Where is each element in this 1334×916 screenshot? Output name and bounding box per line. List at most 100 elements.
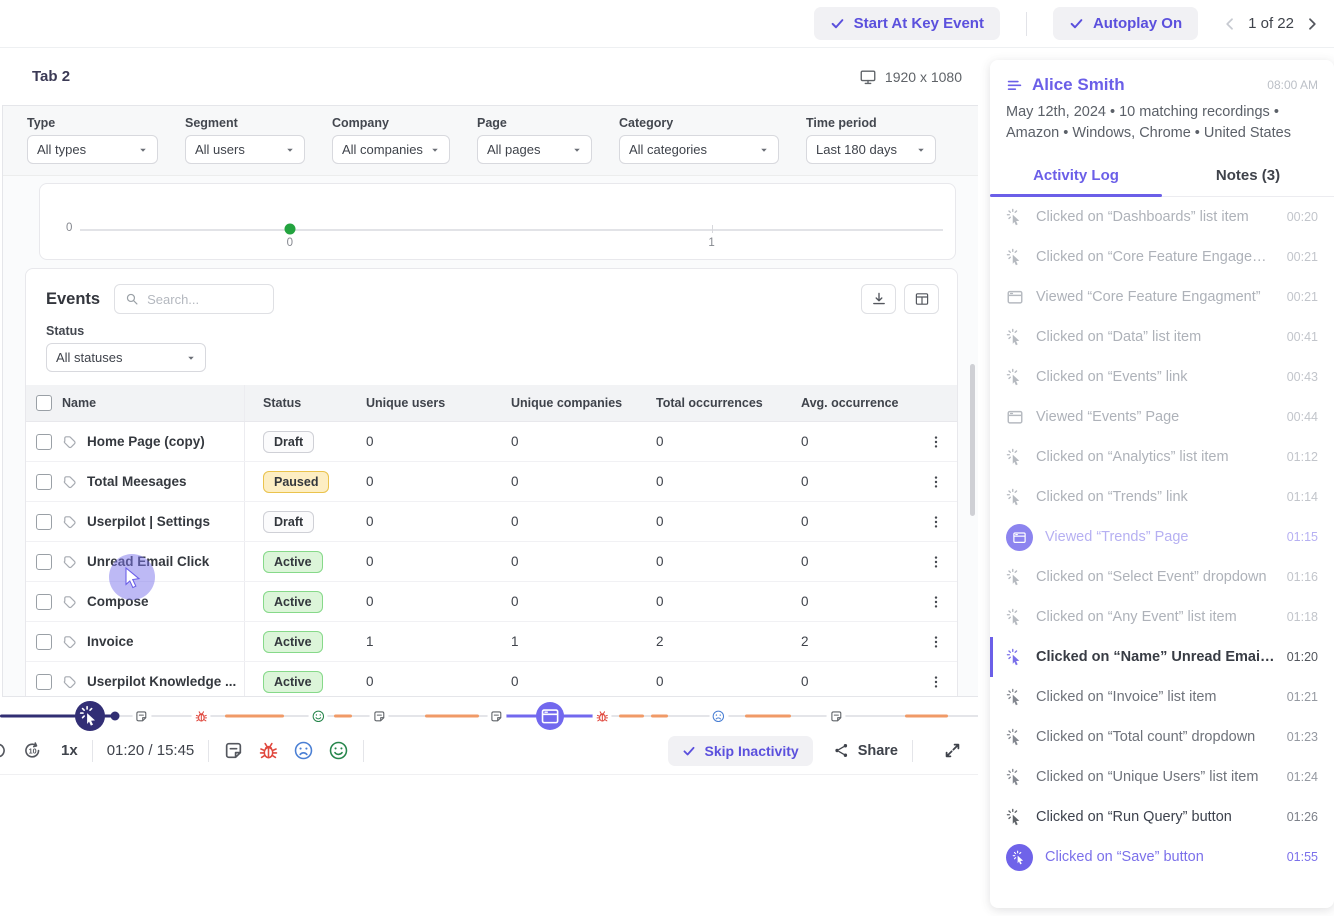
activity-log-item[interactable]: Viewed “Events” Page 00:44 bbox=[990, 397, 1334, 437]
tab-notes[interactable]: Notes (3) bbox=[1162, 155, 1334, 196]
timeline-dot-marker[interactable] bbox=[111, 712, 120, 721]
negative-reaction-button[interactable] bbox=[293, 740, 314, 761]
row-menu-button[interactable] bbox=[915, 554, 957, 570]
activity-log-item[interactable]: Clicked on “Data” list item 00:41 bbox=[990, 317, 1334, 357]
table-row[interactable]: Invoice Active 1 1 2 2 bbox=[26, 622, 957, 662]
segment-select[interactable]: All users bbox=[185, 135, 305, 164]
activity-log-item[interactable]: Clicked on “Analytics” list item 01:12 bbox=[990, 437, 1334, 477]
activity-log-item[interactable]: Viewed “Core Feature Engagment” 00:21 bbox=[990, 277, 1334, 317]
timeline-segment-inactivity[interactable] bbox=[425, 715, 479, 718]
start-at-key-event-button[interactable]: Start At Key Event bbox=[814, 7, 1000, 40]
status-select[interactable]: All statuses bbox=[46, 343, 206, 372]
search-input[interactable] bbox=[147, 292, 263, 307]
timeline-current-marker[interactable] bbox=[75, 701, 105, 731]
column-header-name[interactable]: Name bbox=[62, 396, 244, 410]
unique-users-value: 0 bbox=[366, 474, 511, 489]
timeline-segment-inactivity[interactable] bbox=[619, 715, 644, 718]
share-button[interactable]: Share bbox=[833, 742, 898, 759]
search-icon bbox=[125, 292, 139, 306]
company-select[interactable]: All companies bbox=[332, 135, 450, 164]
row-checkbox[interactable] bbox=[36, 634, 52, 650]
column-header-unique-users[interactable]: Unique users bbox=[366, 396, 511, 410]
timeline-bug-marker[interactable] bbox=[192, 707, 211, 726]
row-checkbox[interactable] bbox=[36, 674, 52, 690]
timeline-segment-inactivity[interactable] bbox=[225, 715, 284, 718]
timeline-bug-marker[interactable] bbox=[593, 707, 612, 726]
timeline-sad-marker[interactable] bbox=[709, 707, 728, 726]
table-scrollbar[interactable] bbox=[970, 364, 975, 516]
timeline-note-marker[interactable] bbox=[370, 707, 389, 726]
type-select[interactable]: All types bbox=[27, 135, 158, 164]
activity-log-item[interactable]: Clicked on “Events” link 00:43 bbox=[990, 357, 1334, 397]
row-menu-button[interactable] bbox=[915, 434, 957, 450]
previous-recording-icon[interactable] bbox=[1222, 16, 1238, 32]
forward-10-button[interactable] bbox=[22, 740, 43, 761]
timeline-note-marker[interactable] bbox=[827, 707, 846, 726]
timeline-happy-marker[interactable] bbox=[308, 707, 327, 726]
next-recording-icon[interactable] bbox=[1304, 16, 1320, 32]
range-slider-card: 0 0 1 bbox=[39, 183, 956, 260]
row-menu-button[interactable] bbox=[915, 514, 957, 530]
row-menu-button[interactable] bbox=[915, 634, 957, 650]
player-timeline[interactable] bbox=[0, 705, 978, 727]
column-header-status[interactable]: Status bbox=[244, 385, 366, 421]
category-select[interactable]: All categories bbox=[619, 135, 779, 164]
timeline-segment-inactivity[interactable] bbox=[745, 715, 791, 718]
activity-log-item[interactable]: Clicked on “Invoice” list item 01:21 bbox=[990, 677, 1334, 717]
row-menu-button[interactable] bbox=[915, 674, 957, 690]
column-header-total-occurrences[interactable]: Total occurrences bbox=[656, 396, 801, 410]
add-note-button[interactable] bbox=[223, 740, 244, 761]
timeline-segment-inactivity[interactable] bbox=[651, 715, 668, 718]
tab-activity-log[interactable]: Activity Log bbox=[990, 155, 1162, 196]
skip-inactivity-button[interactable]: Skip Inactivity bbox=[668, 736, 813, 766]
table-row[interactable]: Unread Email Click Active 0 0 0 0 bbox=[26, 542, 957, 582]
unique-companies-value: 0 bbox=[511, 594, 656, 609]
row-checkbox[interactable] bbox=[36, 474, 52, 490]
timeline-segment-inactivity[interactable] bbox=[334, 715, 352, 718]
table-row[interactable]: Userpilot | Settings Draft 0 0 0 0 bbox=[26, 502, 957, 542]
timeline-page-marker[interactable] bbox=[536, 702, 564, 730]
events-search[interactable] bbox=[114, 284, 274, 314]
session-user[interactable]: Alice Smith bbox=[1006, 75, 1125, 95]
rewind-10-button[interactable] bbox=[0, 740, 8, 761]
playback-speed-button[interactable]: 1x bbox=[61, 742, 78, 759]
fullscreen-button[interactable] bbox=[943, 741, 962, 760]
activity-log-item[interactable]: Clicked on “Core Feature Engagem... 00:2… bbox=[990, 237, 1334, 277]
timeline-segment-inactivity[interactable] bbox=[905, 715, 948, 718]
row-menu-button[interactable] bbox=[915, 474, 957, 490]
activity-log-item[interactable]: Clicked on “Unique Users” list item 01:2… bbox=[990, 757, 1334, 797]
activity-log-item[interactable]: Clicked on “Total count” dropdown 01:23 bbox=[990, 717, 1334, 757]
activity-log-item[interactable]: Clicked on “Any Event” list item 01:18 bbox=[990, 597, 1334, 637]
row-checkbox[interactable] bbox=[36, 514, 52, 530]
slider-handle[interactable] bbox=[284, 224, 295, 235]
column-header-unique-companies[interactable]: Unique companies bbox=[511, 396, 656, 410]
activity-log-item-save[interactable]: Clicked on “Save” button 01:55 bbox=[990, 837, 1334, 877]
table-row[interactable]: Total Meesages Paused 0 0 0 0 bbox=[26, 462, 957, 502]
positive-reaction-button[interactable] bbox=[328, 740, 349, 761]
activity-log-item[interactable]: Clicked on “Select Event” dropdown 01:16 bbox=[990, 557, 1334, 597]
row-checkbox[interactable] bbox=[36, 434, 52, 450]
autoplay-toggle-button[interactable]: Autoplay On bbox=[1053, 7, 1198, 40]
time-period-select[interactable]: Last 180 days bbox=[806, 135, 936, 164]
activity-log-item-highlighted[interactable]: Viewed “Trends” Page 01:15 bbox=[990, 517, 1334, 557]
activity-log-item-current[interactable]: Clicked on “Name” Unread Email C... 01:2… bbox=[990, 637, 1334, 677]
table-row[interactable]: Userpilot Knowledge ... Active 0 0 0 0 bbox=[26, 662, 957, 697]
report-bug-button[interactable] bbox=[258, 740, 279, 761]
export-button[interactable] bbox=[861, 284, 896, 314]
activity-log-item[interactable]: Clicked on “Dashboards” list item 00:20 bbox=[990, 197, 1334, 237]
table-row[interactable]: Compose Active 0 0 0 0 bbox=[26, 582, 957, 622]
replayed-tab-title[interactable]: Tab 2 bbox=[32, 68, 70, 85]
table-row[interactable]: Home Page (copy) Draft 0 0 0 0 bbox=[26, 422, 957, 462]
row-checkbox[interactable] bbox=[36, 594, 52, 610]
timeline-note-marker[interactable] bbox=[132, 707, 151, 726]
row-checkbox[interactable] bbox=[36, 554, 52, 570]
activity-log-item[interactable]: Clicked on “Run Query” button 01:26 bbox=[990, 797, 1334, 837]
select-all-checkbox[interactable] bbox=[36, 395, 52, 411]
column-header-avg-occurrence[interactable]: Avg. occurrence bbox=[801, 396, 915, 410]
timeline-note-marker[interactable] bbox=[487, 707, 506, 726]
page-select[interactable]: All pages bbox=[477, 135, 592, 164]
columns-button[interactable] bbox=[904, 284, 939, 314]
row-menu-button[interactable] bbox=[915, 594, 957, 610]
activity-log-item[interactable]: Clicked on “Trends” link 01:14 bbox=[990, 477, 1334, 517]
slider-track[interactable] bbox=[80, 229, 943, 231]
